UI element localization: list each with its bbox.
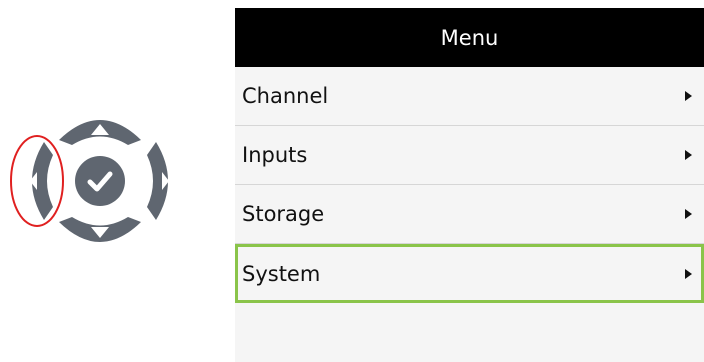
dpad-up-button[interactable] bbox=[59, 120, 141, 145]
submenu-arrow-icon bbox=[685, 268, 692, 279]
menu-item-label: Channel bbox=[242, 84, 329, 108]
dpad-graphic bbox=[10, 120, 169, 242]
menu-item-label: Inputs bbox=[242, 143, 308, 167]
menu-item-system[interactable]: System bbox=[235, 244, 704, 303]
menu-item-label: System bbox=[242, 261, 321, 286]
remote-dpad bbox=[0, 0, 220, 362]
menu-item-channel[interactable]: Channel bbox=[235, 67, 704, 126]
dpad-right-button[interactable] bbox=[147, 142, 169, 220]
submenu-arrow-icon bbox=[685, 91, 692, 101]
submenu-arrow-icon bbox=[685, 150, 692, 160]
menu-item-inputs[interactable]: Inputs bbox=[235, 126, 704, 185]
menu-list: Channel Inputs Storage System bbox=[235, 67, 704, 303]
dpad-down-button[interactable] bbox=[59, 217, 141, 242]
dpad-ok-button[interactable] bbox=[75, 156, 125, 206]
menu-title: Menu bbox=[440, 25, 499, 50]
dpad-left-button[interactable] bbox=[30, 142, 53, 220]
menu-panel: Menu Channel Inputs Storage System bbox=[235, 8, 704, 362]
menu-item-storage[interactable]: Storage bbox=[235, 185, 704, 244]
menu-header: Menu bbox=[235, 8, 704, 67]
submenu-arrow-icon bbox=[685, 209, 692, 219]
menu-item-label: Storage bbox=[242, 202, 325, 226]
